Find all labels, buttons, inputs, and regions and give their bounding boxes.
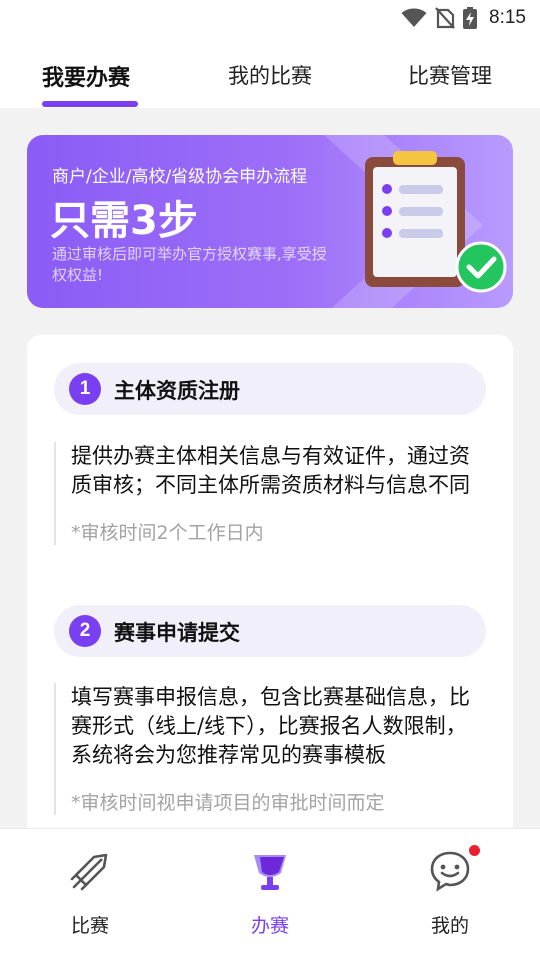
status-time: 8:15 — [489, 7, 526, 28]
step-2-note: *审核时间视申请项目的审批时间而定 — [71, 792, 385, 814]
process-banner: 商户/企业/高校/省级协会申办流程 只需3步 通过审核后即可举办官方授权赛事,享… — [27, 135, 513, 308]
rocket-icon — [70, 853, 108, 891]
tab-my-events[interactable]: 我的比赛 — [228, 60, 312, 90]
status-icons: 8:15 — [401, 6, 526, 30]
active-tab-indicator — [42, 101, 138, 107]
step-2-header: 2 赛事申请提交 — [54, 605, 486, 657]
step-2-text: 填写赛事申报信息，包含比赛基础信息，比赛形式（线上/线下），比赛报名人数限制，系… — [71, 685, 470, 767]
step-1-number: 1 — [69, 373, 101, 405]
status-bar: 8:15 — [0, 0, 540, 36]
top-tab-bar: 我要办赛 我的比赛 比赛管理 — [0, 36, 540, 108]
step-1-body: 提供办赛主体相关信息与有效证件，通过资质审核；不同主体所需资质材料与信息不同 *… — [54, 442, 486, 545]
step-2-title: 赛事申请提交 — [114, 621, 240, 645]
battery-charging-icon — [463, 7, 478, 29]
step-1-title: 主体资质注册 — [114, 379, 240, 403]
step-2-number: 2 — [69, 615, 101, 647]
no-sim-icon — [435, 7, 455, 29]
bottom-nav: 比赛 办赛 我的 — [0, 828, 540, 960]
nav-mine[interactable]: 我的 — [390, 849, 510, 938]
nav-competitions-label: 比赛 — [70, 915, 109, 937]
banner-description: 通过审核后即可举办官方授权赛事,享受授权权益! — [52, 245, 327, 284]
nav-competitions[interactable]: 比赛 — [30, 849, 150, 938]
clipboard-check-icon — [365, 151, 507, 293]
step-1-text: 提供办赛主体相关信息与有效证件，通过资质审核；不同主体所需资质材料与信息不同 — [71, 444, 470, 497]
nav-host-event-label: 办赛 — [250, 915, 289, 937]
nav-host-event[interactable]: 办赛 — [210, 849, 330, 938]
nav-mine-label: 我的 — [430, 915, 469, 937]
notification-badge — [469, 845, 480, 856]
step-1-header: 1 主体资质注册 — [54, 363, 486, 415]
steps-card: 1 主体资质注册 提供办赛主体相关信息与有效证件，通过资质审核；不同主体所需资质… — [27, 335, 513, 855]
chat-face-icon — [430, 851, 470, 892]
step-2-body: 填写赛事申报信息，包含比赛基础信息，比赛形式（线上/线下），比赛报名人数限制，系… — [54, 683, 486, 815]
banner-headline: 只需3步 — [50, 198, 198, 244]
step-1-note: *审核时间2个工作日内 — [71, 522, 264, 544]
banner-subtitle: 商户/企业/高校/省级协会申办流程 — [52, 167, 308, 187]
wifi-icon — [401, 8, 427, 27]
tab-event-management[interactable]: 比赛管理 — [408, 60, 492, 90]
tab-host-event[interactable]: 我要办赛 — [42, 60, 130, 92]
trophy-icon — [254, 855, 286, 890]
